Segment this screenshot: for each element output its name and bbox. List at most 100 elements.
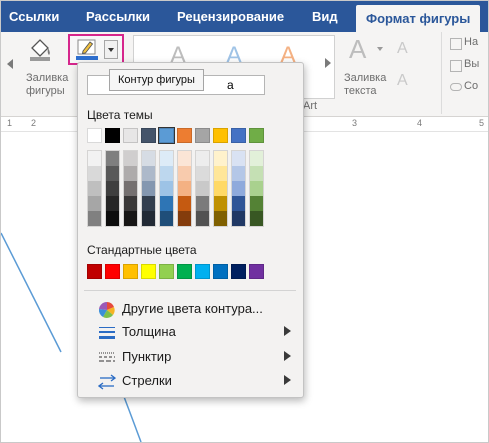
- theme-shade-swatch[interactable]: [214, 151, 227, 166]
- shape-outline-menu: а Цвета темы Стандартные цвета Другие цв…: [77, 62, 304, 398]
- dashes-item[interactable]: Пунктир: [78, 347, 303, 369]
- tab-view[interactable]: Вид: [312, 1, 338, 32]
- theme-shade-swatch[interactable]: [232, 166, 245, 181]
- theme-shade-swatch[interactable]: [214, 196, 227, 211]
- theme-shade-swatch[interactable]: [106, 166, 119, 181]
- theme-shade-swatch[interactable]: [160, 166, 173, 181]
- standard-color-swatch[interactable]: [195, 264, 210, 279]
- theme-shade-swatch[interactable]: [106, 211, 119, 226]
- theme-color-swatch[interactable]: [123, 128, 138, 143]
- theme-shade-swatch[interactable]: [178, 211, 191, 226]
- tab-mailings[interactable]: Рассылки: [86, 1, 150, 32]
- link-icon[interactable]: [450, 83, 462, 91]
- theme-color-swatch[interactable]: [158, 127, 175, 144]
- text-fill-icon[interactable]: A: [349, 34, 366, 65]
- theme-shade-swatch[interactable]: [142, 166, 155, 181]
- theme-shade-swatch[interactable]: [178, 181, 191, 196]
- standard-color-swatch[interactable]: [159, 264, 174, 279]
- scroll-left-icon[interactable]: [7, 59, 13, 69]
- theme-shade-swatch[interactable]: [160, 181, 173, 196]
- theme-shade-swatch[interactable]: [106, 151, 119, 166]
- theme-color-swatch[interactable]: [231, 128, 246, 143]
- theme-shade-swatch[interactable]: [214, 211, 227, 226]
- theme-shade-swatch[interactable]: [214, 166, 227, 181]
- theme-shade-swatch[interactable]: [232, 181, 245, 196]
- theme-color-swatch[interactable]: [87, 128, 102, 143]
- theme-shade-column: [177, 150, 192, 227]
- text-direction-label[interactable]: На: [464, 36, 478, 49]
- tab-review[interactable]: Рецензирование: [177, 1, 284, 32]
- text-direction-icon[interactable]: [450, 38, 462, 50]
- theme-shade-swatch[interactable]: [106, 181, 119, 196]
- theme-shade-swatch[interactable]: [88, 181, 101, 196]
- theme-shade-swatch[interactable]: [196, 196, 209, 211]
- theme-shade-swatch[interactable]: [88, 211, 101, 226]
- theme-shade-swatch[interactable]: [142, 181, 155, 196]
- submenu-arrow-icon: [284, 326, 291, 336]
- theme-shade-swatch[interactable]: [178, 151, 191, 166]
- submenu-arrow-icon: [284, 375, 291, 385]
- text-effects-icon[interactable]: A: [397, 72, 408, 90]
- theme-shade-swatch[interactable]: [232, 151, 245, 166]
- standard-color-swatch[interactable]: [249, 264, 264, 279]
- theme-shade-swatch[interactable]: [124, 151, 137, 166]
- theme-shade-swatch[interactable]: [142, 211, 155, 226]
- theme-shade-swatch[interactable]: [178, 166, 191, 181]
- standard-color-swatch[interactable]: [213, 264, 228, 279]
- align-text-label[interactable]: Вы: [464, 58, 479, 71]
- shape-outline-button[interactable]: [68, 34, 124, 65]
- theme-color-swatch[interactable]: [141, 128, 156, 143]
- theme-shade-swatch[interactable]: [106, 196, 119, 211]
- paint-bucket-icon[interactable]: [27, 36, 53, 62]
- standard-color-swatch[interactable]: [141, 264, 156, 279]
- theme-shade-swatch[interactable]: [178, 196, 191, 211]
- more-outline-colors-item[interactable]: Другие цвета контура...: [78, 299, 303, 321]
- theme-shade-swatch[interactable]: [160, 211, 173, 226]
- standard-color-swatch[interactable]: [177, 264, 192, 279]
- tab-shape-format[interactable]: Формат фигуры: [356, 5, 481, 32]
- standard-color-swatch[interactable]: [123, 264, 138, 279]
- theme-shade-swatch[interactable]: [124, 211, 137, 226]
- theme-shade-swatch[interactable]: [124, 196, 137, 211]
- theme-shade-swatch[interactable]: [196, 166, 209, 181]
- align-text-icon[interactable]: [450, 60, 462, 72]
- chevron-down-icon[interactable]: [377, 47, 383, 51]
- theme-shade-swatch[interactable]: [88, 196, 101, 211]
- standard-color-swatch[interactable]: [105, 264, 120, 279]
- standard-color-swatch[interactable]: [87, 264, 102, 279]
- create-link-label[interactable]: Со: [464, 80, 478, 93]
- theme-shade-swatch[interactable]: [160, 196, 173, 211]
- theme-shade-swatch[interactable]: [196, 211, 209, 226]
- theme-shade-swatch[interactable]: [142, 151, 155, 166]
- theme-shade-swatch[interactable]: [88, 151, 101, 166]
- theme-shade-swatch[interactable]: [250, 196, 263, 211]
- theme-shade-swatch[interactable]: [142, 196, 155, 211]
- theme-shade-swatch[interactable]: [232, 196, 245, 211]
- theme-shade-column: [213, 150, 228, 227]
- theme-shade-swatch[interactable]: [196, 151, 209, 166]
- tab-references[interactable]: Ссылки: [9, 1, 59, 32]
- theme-shade-swatch[interactable]: [124, 181, 137, 196]
- theme-shade-swatch[interactable]: [250, 211, 263, 226]
- theme-shade-swatch[interactable]: [214, 181, 227, 196]
- theme-color-swatch[interactable]: [195, 128, 210, 143]
- arrows-item[interactable]: Стрелки: [78, 371, 303, 393]
- theme-shade-swatch[interactable]: [250, 151, 263, 166]
- theme-shade-swatch[interactable]: [124, 166, 137, 181]
- theme-shade-swatch[interactable]: [250, 166, 263, 181]
- theme-color-swatch[interactable]: [213, 128, 228, 143]
- gallery-scroll-icon[interactable]: [325, 58, 331, 68]
- line-weight-item[interactable]: Толщина: [78, 322, 303, 344]
- theme-shade-swatch[interactable]: [196, 181, 209, 196]
- theme-color-swatch[interactable]: [249, 128, 264, 143]
- outline-dropdown-toggle[interactable]: [104, 40, 118, 59]
- theme-shade-swatch[interactable]: [160, 151, 173, 166]
- theme-shade-swatch[interactable]: [88, 166, 101, 181]
- theme-color-swatch[interactable]: [177, 128, 192, 143]
- theme-shade-swatch[interactable]: [250, 181, 263, 196]
- theme-color-swatch[interactable]: [105, 128, 120, 143]
- text-outline-icon[interactable]: A: [397, 40, 408, 58]
- standard-color-swatch[interactable]: [231, 264, 246, 279]
- theme-shade-swatch[interactable]: [232, 211, 245, 226]
- pencil-outline-icon[interactable]: [75, 38, 99, 62]
